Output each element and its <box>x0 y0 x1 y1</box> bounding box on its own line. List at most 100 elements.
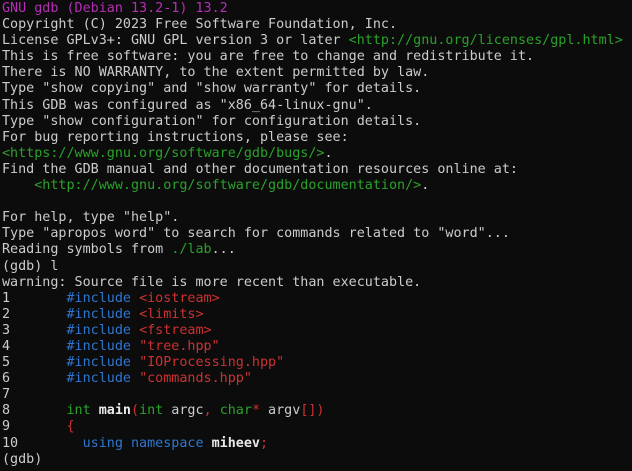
terminal-text-segment: <iostream> <box>139 291 220 306</box>
documentation-url-line: <http://www.gnu.org/software/gdb/documen… <box>2 178 632 194</box>
bugs-url-line: <https://www.gnu.org/software/gdb/bugs/>… <box>2 146 632 162</box>
terminal-text-segment: This is free software: you are free to c… <box>2 49 534 64</box>
help-line: For help, type "help". <box>2 210 632 226</box>
show-configuration-line: Type "show configuration" for configurat… <box>2 114 632 130</box>
terminal-text-segment: ./lab <box>171 242 211 257</box>
terminal-text-segment: This GDB was configured as "x86_64-linux… <box>2 98 373 113</box>
terminal-text-segment <box>2 178 34 193</box>
terminal-text-segment: 10 <box>2 436 83 451</box>
gdb-prompt-line[interactable]: (gdb) <box>2 452 632 468</box>
apropos-line: Type "apropos word" to search for comman… <box>2 226 632 242</box>
terminal-text-segment: 6 <box>2 371 67 386</box>
source-line-10: 10 using namespace miheev; <box>2 436 632 452</box>
terminal-text-segment: Find the GDB manual and other documentat… <box>2 162 518 177</box>
terminal-text-segment: . <box>324 146 332 161</box>
terminal-text-segment: #include <box>67 355 132 370</box>
terminal-text-segment: "IOProcessing.hpp" <box>139 355 284 370</box>
terminal-text-segment: warning: Source file is more recent than… <box>2 275 421 290</box>
source-line-8: 8 int main(int argc, char* argv[]) <box>2 403 632 419</box>
terminal-text-segment: "tree.hpp" <box>139 339 220 354</box>
terminal-text-segment: argc <box>163 403 203 418</box>
show-copying-line: Type "show copying" and "show warranty" … <box>2 81 632 97</box>
source-line-5: 5 #include "IOProcessing.hpp" <box>2 355 632 371</box>
terminal-text-segment: 2 <box>2 307 67 322</box>
terminal-text-segment: 8 <box>2 403 67 418</box>
blank-line <box>2 194 632 210</box>
terminal-text-segment: main <box>99 403 131 418</box>
source-line-9: 9 { <box>2 419 632 435</box>
source-line-1: 1 #include <iostream> <box>2 291 632 307</box>
terminal-text-segment <box>131 291 139 306</box>
terminal-text-segment: char <box>220 403 252 418</box>
configured-as-line: This GDB was configured as "x86_64-linux… <box>2 98 632 114</box>
terminal-text-segment: <fstream> <box>139 323 212 338</box>
terminal-text-segment <box>123 436 131 451</box>
terminal-text-segment: 7 <box>2 387 10 402</box>
source-line-7: 7 <box>2 387 632 403</box>
terminal-text-segment: Type "show copying" and "show warranty" … <box>2 81 421 96</box>
terminal-text-segment <box>212 403 220 418</box>
terminal-text-segment: #include <box>67 339 132 354</box>
terminal-text-segment: miheev <box>212 436 260 451</box>
terminal-text-segment: * <box>252 403 260 418</box>
terminal-text-segment: 1 <box>2 291 67 306</box>
terminal-text-segment <box>204 436 212 451</box>
terminal-text-segment: 9 <box>2 419 67 434</box>
terminal-text-segment: <https://www.gnu.org/software/gdb/bugs/> <box>2 146 324 161</box>
terminal-text-segment: "commands.hpp" <box>139 371 252 386</box>
terminal-text-segment: using <box>83 436 123 451</box>
terminal-text-segment: For help, type "help". <box>2 210 179 225</box>
gdb-terminal[interactable]: GNU gdb (Debian 13.2-1) 13.2Copyright (C… <box>0 0 632 471</box>
warning-line: warning: Source file is more recent than… <box>2 275 632 291</box>
terminal-text-segment: Type "show configuration" for configurat… <box>2 114 421 129</box>
gdb-command-line[interactable]: (gdb) l <box>2 259 632 275</box>
source-line-3: 3 #include <fstream> <box>2 323 632 339</box>
terminal-text-segment <box>131 339 139 354</box>
terminal-text-segment: Type "apropos word" to search for comman… <box>2 226 510 241</box>
terminal-text-segment <box>131 355 139 370</box>
terminal-text-segment: namespace <box>131 436 204 451</box>
terminal-text-segment: License GPLv3+: GNU GPL version 3 or lat… <box>2 33 349 48</box>
terminal-text-segment: <limits> <box>139 307 204 322</box>
terminal-text-segment <box>131 307 139 322</box>
terminal-text-segment: , <box>204 403 212 418</box>
reading-symbols-line: Reading symbols from ./lab... <box>2 242 632 258</box>
terminal-text-segment <box>131 323 139 338</box>
terminal-text-segment <box>91 403 99 418</box>
license-line: License GPLv3+: GNU GPL version 3 or lat… <box>2 33 632 49</box>
manual-line: Find the GDB manual and other documentat… <box>2 162 632 178</box>
terminal-text-segment: #include <box>67 371 132 386</box>
terminal-text-segment: int <box>67 403 91 418</box>
terminal-text-segment: 3 <box>2 323 67 338</box>
terminal-text-segment: <http://gnu.org/licenses/gpl.html> <box>349 33 623 48</box>
terminal-text-segment: 4 <box>2 339 67 354</box>
terminal-text-segment: (gdb) l <box>2 259 58 274</box>
terminal-text-segment: ... <box>212 242 236 257</box>
terminal-text-segment <box>131 371 139 386</box>
bug-reporting-line: For bug reporting instructions, please s… <box>2 130 632 146</box>
terminal-text-segment: For bug reporting instructions, please s… <box>2 130 349 145</box>
terminal-text-segment: #include <box>67 291 132 306</box>
terminal-text-segment: int <box>139 403 163 418</box>
terminal-text-segment: (gdb) <box>2 452 50 467</box>
terminal-text-segment: []) <box>300 403 324 418</box>
terminal-text-segment: Copyright (C) 2023 Free Software Foundat… <box>2 17 397 32</box>
terminal-text-segment: ( <box>131 403 139 418</box>
terminal-text-segment: Reading symbols from <box>2 242 171 257</box>
source-line-4: 4 #include "tree.hpp" <box>2 339 632 355</box>
terminal-text-segment: 5 <box>2 355 67 370</box>
terminal-text-segment: #include <box>67 307 132 322</box>
terminal-text-segment: GNU gdb (Debian 13.2-1) 13.2 <box>2 1 228 16</box>
source-line-6: 6 #include "commands.hpp" <box>2 371 632 387</box>
terminal-text-segment: #include <box>67 323 132 338</box>
terminal-output: GNU gdb (Debian 13.2-1) 13.2Copyright (C… <box>2 1 632 468</box>
terminal-text-segment: argv <box>260 403 300 418</box>
terminal-text-segment: { <box>67 419 75 434</box>
terminal-text-segment: There is NO WARRANTY, to the extent perm… <box>2 65 429 80</box>
source-line-2: 2 #include <limits> <box>2 307 632 323</box>
copyright-line: Copyright (C) 2023 Free Software Foundat… <box>2 17 632 33</box>
warranty-line: There is NO WARRANTY, to the extent perm… <box>2 65 632 81</box>
gdb-version-line: GNU gdb (Debian 13.2-1) 13.2 <box>2 1 632 17</box>
terminal-text-segment: . <box>421 178 429 193</box>
terminal-text-segment: ; <box>260 436 268 451</box>
